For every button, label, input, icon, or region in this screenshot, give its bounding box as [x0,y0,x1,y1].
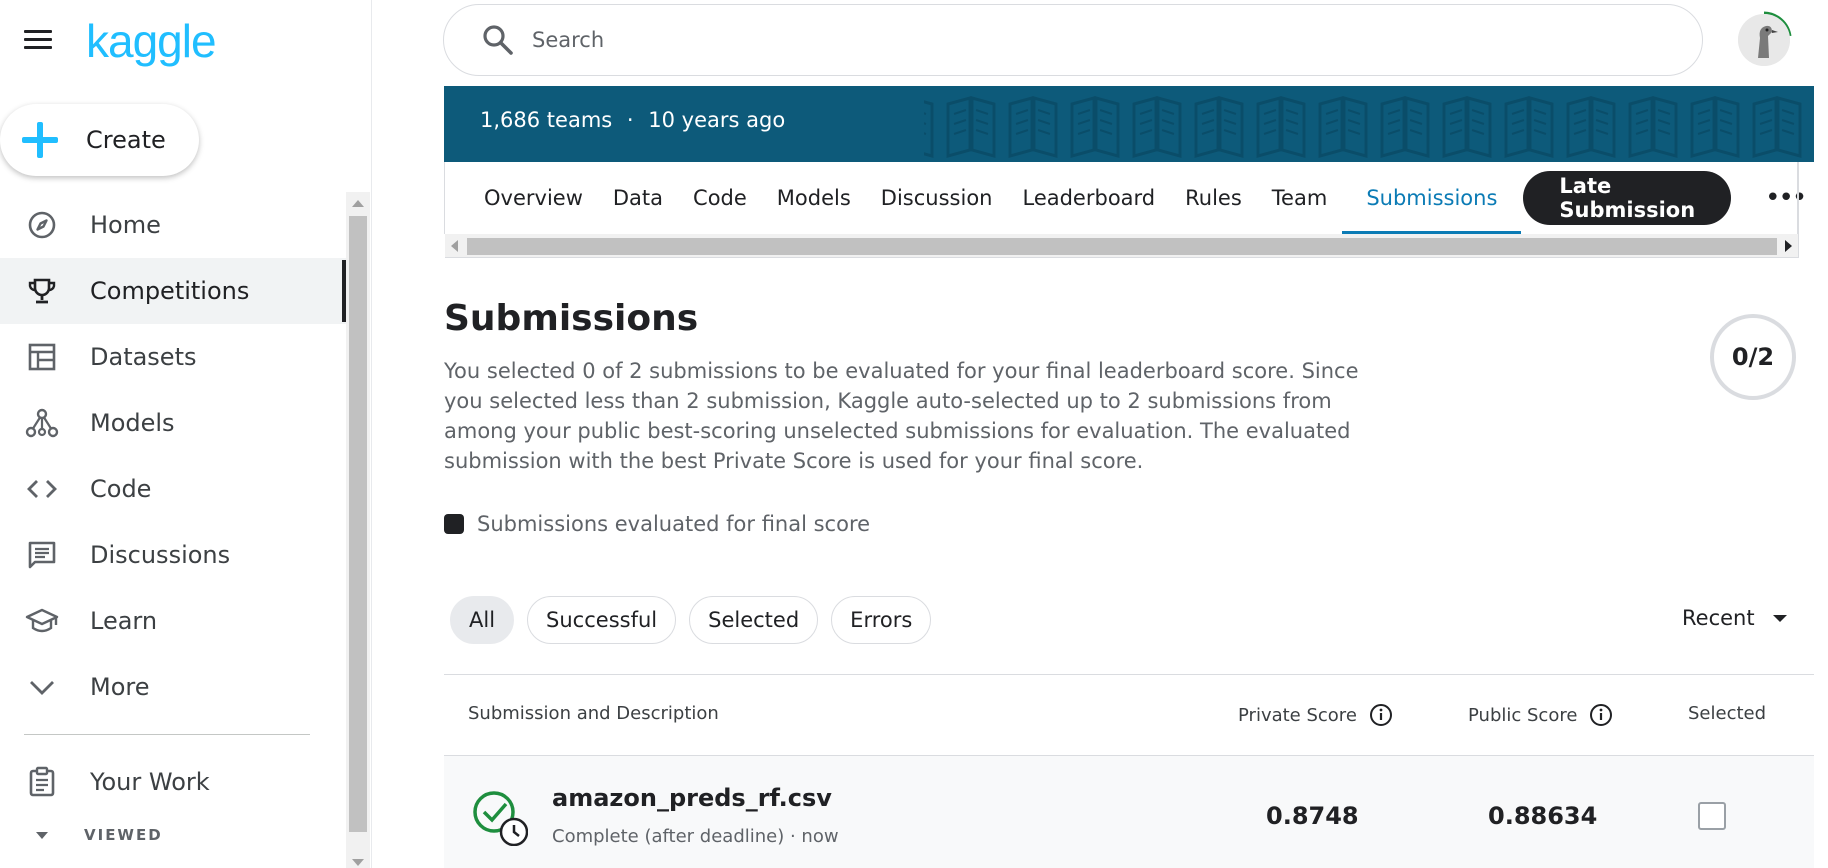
sidebar-item-competitions[interactable]: Competitions [0,258,346,324]
sidebar-item-your-work[interactable]: Your Work [0,749,346,815]
tab-leaderboard[interactable]: Leaderboard [1007,162,1170,234]
kaggle-logo[interactable]: kaggle [86,14,217,68]
tab-overview[interactable]: Overview [445,162,598,234]
tab-code[interactable]: Code [678,162,762,234]
sidebar-scrollbar[interactable] [346,192,370,868]
separator: · [626,108,634,132]
header-submission: Submission and Description [468,703,719,724]
sidebar-item-discussions[interactable]: Discussions [0,522,346,588]
selection-counter: 0/2 [1710,314,1796,400]
menu-icon[interactable] [24,26,58,52]
sidebar-item-label: Competitions [90,277,250,305]
sidebar-item-label: Your Work [90,768,210,796]
sidebar-item-datasets[interactable]: Datasets [0,324,346,390]
sort-dropdown[interactable]: Recent [1682,606,1787,630]
private-score: 0.8748 [1266,802,1359,830]
scroll-up-icon[interactable] [352,200,364,207]
clipboard-icon [24,764,60,800]
info-icon[interactable] [1589,703,1613,727]
chevron-down-icon [24,669,60,705]
sidebar-section-viewed[interactable]: VIEWED [0,815,346,855]
scroll-down-icon[interactable] [352,859,364,866]
tab-models[interactable]: Models [762,162,866,234]
tab-rules[interactable]: Rules [1170,162,1257,234]
table-header: Submission and Description Private Score… [444,674,1814,756]
scroll-right-icon[interactable] [1785,240,1792,252]
legend-swatch [444,514,464,534]
tabs-scrollbar[interactable] [445,234,1798,258]
caret-down-icon [1772,614,1787,622]
trophy-icon [24,273,60,309]
select-checkbox[interactable] [1698,802,1726,830]
tab-team[interactable]: Team [1257,162,1343,234]
header-label: Selected [1688,703,1767,724]
search-input[interactable] [532,28,1632,52]
search-bar[interactable] [443,4,1703,76]
competition-age: 10 years ago [648,108,786,132]
tab-discussion[interactable]: Discussion [866,162,1008,234]
banner-meta: 1,686 teams · 10 years ago [480,108,785,132]
legend: Submissions evaluated for final score [444,512,870,536]
create-button[interactable]: Create [0,104,199,176]
header-label: Private Score [1238,704,1357,726]
scrollbar-thumb[interactable] [349,216,367,832]
header-public-score: Public Score [1468,703,1613,727]
sidebar-item-home[interactable]: Home [0,192,346,258]
more-options-icon[interactable]: ••• [1765,183,1807,213]
filter-errors[interactable]: Errors [831,596,932,644]
sidebar-nav: Home Competitions Datasets Models Code D… [0,192,346,855]
filter-all[interactable]: All [450,596,515,644]
tab-data[interactable]: Data [598,162,678,234]
graduation-cap-icon [24,603,60,639]
teams-count: 1,686 teams [480,108,613,132]
sidebar: kaggle Create Home Competitions Datasets [0,0,372,868]
header-selected: Selected [1688,703,1766,724]
legend-text: Submissions evaluated for final score [477,512,871,536]
sidebar-item-label: Models [90,409,175,437]
scroll-left-icon[interactable] [451,240,458,252]
filter-chips: All Successful Selected Errors [450,596,944,644]
tab-submissions[interactable]: Submissions [1342,162,1522,234]
header-label: Submission and Description [468,703,719,724]
sidebar-item-label: Datasets [90,343,197,371]
viewed-label: VIEWED [84,826,163,844]
sort-label: Recent [1682,606,1755,630]
search-icon [480,22,516,58]
filter-successful[interactable]: Successful [527,596,677,644]
complete-late-icon [473,791,528,846]
table-icon [24,339,60,375]
plus-icon [20,120,60,160]
avatar[interactable] [1738,14,1790,66]
public-score: 0.88634 [1488,802,1598,830]
page-title: Submissions [444,298,699,339]
sidebar-divider [24,734,310,735]
sidebar-item-more[interactable]: More [0,654,346,720]
sidebar-item-label: Home [90,211,161,239]
models-icon [24,405,60,441]
table-row[interactable]: amazon_preds_rf.csv Complete (after dead… [444,756,1814,868]
sidebar-item-models[interactable]: Models [0,390,346,456]
submission-file-name[interactable]: amazon_preds_rf.csv [552,784,832,812]
sidebar-item-label: Code [90,475,152,503]
competition-tabs: Overview Data Code Models Discussion Lea… [444,162,1807,234]
submissions-description: You selected 0 of 2 submissions to be ev… [444,359,1359,473]
header-label: Public Score [1468,704,1578,726]
caret-down-icon [24,817,60,853]
header-private-score: Private Score [1238,703,1393,727]
sidebar-item-code[interactable]: Code [0,456,346,522]
sidebar-item-label: Discussions [90,541,231,569]
scrollbar-thumb[interactable] [467,238,1777,255]
submission-status: Complete (after deadline) · now [552,826,839,847]
late-submission-button[interactable]: Late Submission [1523,171,1732,225]
competition-banner: 1,686 teams · 10 years ago [444,86,1814,162]
code-icon [24,471,60,507]
sidebar-item-label: More [90,673,150,701]
create-label: Create [86,126,166,154]
sidebar-item-learn[interactable]: Learn [0,588,346,654]
compass-icon [24,207,60,243]
info-icon[interactable] [1369,703,1393,727]
filter-selected[interactable]: Selected [689,596,819,644]
sidebar-item-label: Learn [90,607,158,635]
chat-icon [24,537,60,573]
